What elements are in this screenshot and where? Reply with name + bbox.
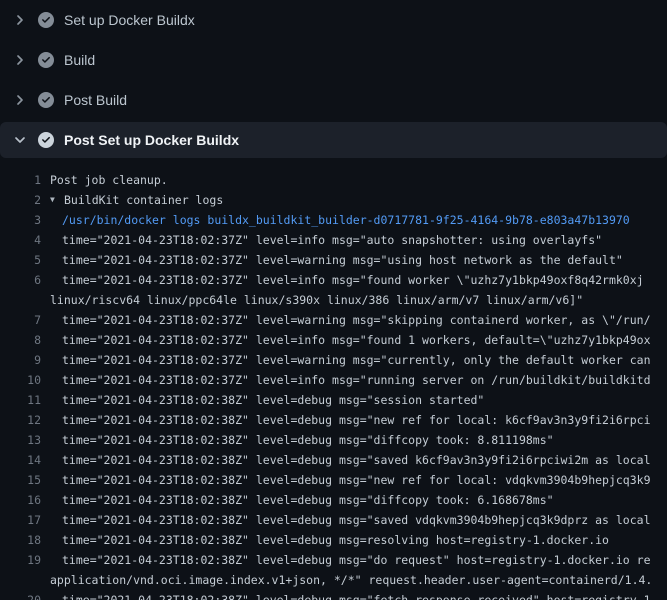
log-line-number[interactable] [0,570,41,590]
step-label: Post Set up Docker Buildx [64,132,239,148]
log-line-number[interactable]: 7 [0,310,41,330]
chevron-right-icon [12,92,28,108]
log-line-text: time="2021-04-23T18:02:37Z" level=warnin… [50,310,651,330]
log-line: 12 time="2021-04-23T18:02:38Z" level=deb… [0,410,667,430]
check-circle-icon [38,52,54,68]
log-line-text: time="2021-04-23T18:02:38Z" level=debug … [50,430,554,450]
log-line-number[interactable]: 13 [0,430,41,450]
step-post-set-up-docker-buildx[interactable]: Post Set up Docker Buildx [0,122,667,158]
log-line: 11 time="2021-04-23T18:02:38Z" level=deb… [0,390,667,410]
log-line-number[interactable]: 18 [0,530,41,550]
log-line: 20 time="2021-04-23T18:02:38Z" level=deb… [0,590,667,600]
log-line-number[interactable]: 9 [0,350,41,370]
log-line-number[interactable]: 4 [0,230,41,250]
log-line: 1 Post job cleanup. [0,170,667,190]
log-line: 18 time="2021-04-23T18:02:38Z" level=deb… [0,530,667,550]
log-line-number[interactable]: 20 [0,590,41,600]
log-line-text: time="2021-04-23T18:02:38Z" level=debug … [50,490,554,510]
log-line-text: time="2021-04-23T18:02:37Z" level=info m… [50,330,651,350]
step-set-up-docker-buildx[interactable]: Set up Docker Buildx [0,0,667,40]
log-line: 2 ▼BuildKit container logs [0,190,667,210]
log-line-text: time="2021-04-23T18:02:37Z" level=warnin… [50,250,623,270]
log-line: 19 time="2021-04-23T18:02:38Z" level=deb… [0,550,667,570]
log-line-number[interactable]: 2 [0,190,41,210]
log-line: 9 time="2021-04-23T18:02:37Z" level=warn… [0,350,667,370]
check-circle-icon [38,132,54,148]
log-line-text: time="2021-04-23T18:02:37Z" level=warnin… [50,350,651,370]
log-line-text: time="2021-04-23T18:02:38Z" level=debug … [50,590,651,600]
log-line-text: time="2021-04-23T18:02:38Z" level=debug … [50,530,609,550]
log-line: application/vnd.oci.image.index.v1+json,… [0,570,667,590]
log-line-text: time="2021-04-23T18:02:38Z" level=debug … [50,410,651,430]
log-line-text[interactable]: BuildKit container logs [64,190,223,210]
log-line-number[interactable]: 17 [0,510,41,530]
log-line: 16 time="2021-04-23T18:02:38Z" level=deb… [0,490,667,510]
log-line-number[interactable]: 3 [0,210,41,230]
check-circle-icon [38,12,54,28]
log-line-text: time="2021-04-23T18:02:37Z" level=info m… [50,230,602,250]
log-line-text: linux/riscv64 linux/ppc64le linux/s390x … [50,290,583,310]
step-build[interactable]: Build [0,40,667,80]
log-line-number[interactable]: 19 [0,550,41,570]
log-line-number[interactable]: 5 [0,250,41,270]
log-line: 5 time="2021-04-23T18:02:37Z" level=warn… [0,250,667,270]
log-line-text: time="2021-04-23T18:02:37Z" level=info m… [50,370,651,390]
log-line: 10 time="2021-04-23T18:02:37Z" level=inf… [0,370,667,390]
log-line: 8 time="2021-04-23T18:02:37Z" level=info… [0,330,667,350]
log-line-number[interactable]: 10 [0,370,41,390]
log-line-number[interactable]: 14 [0,450,41,470]
log-line-text: time="2021-04-23T18:02:38Z" level=debug … [50,550,651,570]
log-line: 4 time="2021-04-23T18:02:37Z" level=info… [0,230,667,250]
actions-log-viewer: Set up Docker Buildx Build Post Build Po… [0,0,667,600]
log-line-text: time="2021-04-23T18:02:38Z" level=debug … [50,390,484,410]
step-label: Set up Docker Buildx [64,12,195,28]
log-line: 14 time="2021-04-23T18:02:38Z" level=deb… [0,450,667,470]
log-line-number[interactable]: 16 [0,490,41,510]
chevron-down-icon [12,132,28,148]
log-line: linux/riscv64 linux/ppc64le linux/s390x … [0,290,667,310]
log-line: 17 time="2021-04-23T18:02:38Z" level=deb… [0,510,667,530]
log-line-number[interactable] [0,290,41,310]
log-line-number[interactable]: 11 [0,390,41,410]
log-line: 3 /usr/bin/docker logs buildx_buildkit_b… [0,210,667,230]
log-line-number[interactable]: 8 [0,330,41,350]
log-area: 1 Post job cleanup. 2 ▼BuildKit containe… [0,158,667,600]
step-post-build[interactable]: Post Build [0,80,667,120]
log-line-number[interactable]: 1 [0,170,41,190]
log-line: 15 time="2021-04-23T18:02:38Z" level=deb… [0,470,667,490]
log-line-number[interactable]: 6 [0,270,41,290]
log-line-text: application/vnd.oci.image.index.v1+json,… [50,570,652,590]
steps-list: Set up Docker Buildx Build Post Build Po… [0,0,667,158]
log-line-number[interactable]: 12 [0,410,41,430]
chevron-right-icon [12,12,28,28]
log-line-text: time="2021-04-23T18:02:37Z" level=info m… [50,270,644,290]
step-label: Post Build [64,92,127,108]
log-line: 13 time="2021-04-23T18:02:38Z" level=deb… [0,430,667,450]
step-label: Build [64,52,95,68]
log-line-text: time="2021-04-23T18:02:38Z" level=debug … [50,510,651,530]
log-line: 7 time="2021-04-23T18:02:37Z" level=warn… [0,310,667,330]
log-line-text: time="2021-04-23T18:02:38Z" level=debug … [50,470,651,490]
log-line-text: Post job cleanup. [50,170,168,190]
log-line-number[interactable]: 15 [0,470,41,490]
log-line: 6 time="2021-04-23T18:02:37Z" level=info… [0,270,667,290]
check-circle-icon [38,92,54,108]
log-line-text: time="2021-04-23T18:02:38Z" level=debug … [50,450,651,470]
triangle-down-icon[interactable]: ▼ [50,190,60,210]
chevron-right-icon [12,52,28,68]
log-line-text: /usr/bin/docker logs buildx_buildkit_bui… [50,210,630,230]
